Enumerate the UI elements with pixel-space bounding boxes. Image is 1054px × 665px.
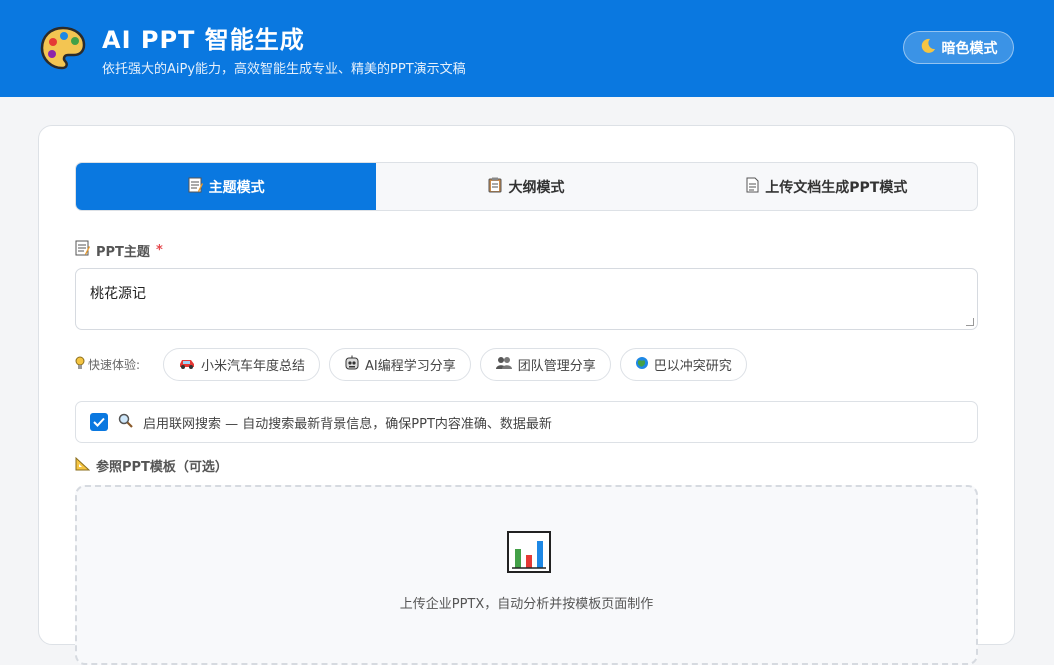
tab-outline-mode[interactable]: 大纲模式 <box>376 163 676 210</box>
upload-hint: 上传企业PPTX，自动分析并按模板页面制作 <box>399 597 654 612</box>
topic-input-value: 桃花源记 <box>90 286 146 302</box>
chip-label: 小米汽车年度总结 <box>201 359 306 374</box>
app-title: AI PPT 智能生成 <box>102 26 305 54</box>
tab-label: 上传文档生成PPT模式 <box>765 179 908 196</box>
mode-tabs: 主题模式 大纲模式 上传文档生成PPT模式 <box>75 162 978 211</box>
car-icon <box>178 357 196 373</box>
memo-icon <box>188 177 203 197</box>
magnifier-icon <box>118 413 133 432</box>
template-label-text: 参照PPT模板（可选） <box>96 460 228 475</box>
quick-label: 快速体验: <box>75 356 163 373</box>
quick-label-text: 快速体验: <box>88 358 141 372</box>
main-card: 主题模式 大纲模式 上传文档生成PPT模式 PPT主题 * 桃花源记 快速体验:… <box>38 125 1015 665</box>
topic-label: PPT主题 * <box>75 240 163 260</box>
tab-label: 主题模式 <box>208 179 265 196</box>
tab-upload-doc-mode[interactable]: 上传文档生成PPT模式 <box>677 163 977 210</box>
template-upload-dropzone[interactable]: 上传企业PPTX，自动分析并按模板页面制作 <box>75 485 978 665</box>
clipboard-icon <box>488 177 502 197</box>
resize-handle-icon[interactable] <box>966 318 974 326</box>
memo-icon <box>75 240 90 260</box>
document-icon <box>746 177 759 197</box>
dark-mode-button[interactable]: 暗色模式 <box>903 31 1014 64</box>
lightbulb-icon <box>75 356 85 373</box>
globe-icon <box>635 356 649 374</box>
web-search-label: 启用联网搜索 — 自动搜索最新背景信息，确保PPT内容准确、数据最新 <box>143 416 552 432</box>
app-header: AI PPT 智能生成 依托强大的AiPy能力，高效智能生成专业、精美的PPT演… <box>0 0 1054 97</box>
web-search-option[interactable]: 启用联网搜索 — 自动搜索最新背景信息，确保PPT内容准确、数据最新 <box>75 401 978 443</box>
quick-examples: 快速体验: 小米汽车年度总结 AI编程学习分享 团队管理分享 巴以冲突研究 <box>75 348 756 381</box>
quick-chip-conflict[interactable]: 巴以冲突研究 <box>619 348 747 381</box>
chip-label: 巴以冲突研究 <box>653 359 732 374</box>
people-icon <box>495 356 513 374</box>
topic-input[interactable]: 桃花源记 <box>75 268 978 330</box>
tab-topic-mode[interactable]: 主题模式 <box>76 163 377 210</box>
quick-chip-xiaomi[interactable]: 小米汽车年度总结 <box>163 348 321 381</box>
required-mark: * <box>155 242 163 258</box>
triangle-ruler-icon <box>75 456 91 475</box>
topic-label-text: PPT主题 <box>96 244 150 260</box>
dark-mode-label: 暗色模式 <box>941 40 998 57</box>
robot-icon <box>344 355 360 375</box>
bar-chart-icon <box>507 531 551 573</box>
app-subtitle: 依托强大的AiPy能力，高效智能生成专业、精美的PPT演示文稿 <box>102 62 466 77</box>
chip-label: AI编程学习分享 <box>365 359 456 374</box>
web-search-checkbox[interactable] <box>90 413 108 431</box>
template-label: 参照PPT模板（可选） <box>75 456 228 475</box>
tab-label: 大纲模式 <box>508 179 565 196</box>
palette-icon <box>40 26 86 70</box>
moon-icon <box>920 38 936 58</box>
quick-chip-ai-coding[interactable]: AI编程学习分享 <box>329 348 471 381</box>
chip-label: 团队管理分享 <box>517 359 596 374</box>
quick-chip-team[interactable]: 团队管理分享 <box>479 348 611 381</box>
